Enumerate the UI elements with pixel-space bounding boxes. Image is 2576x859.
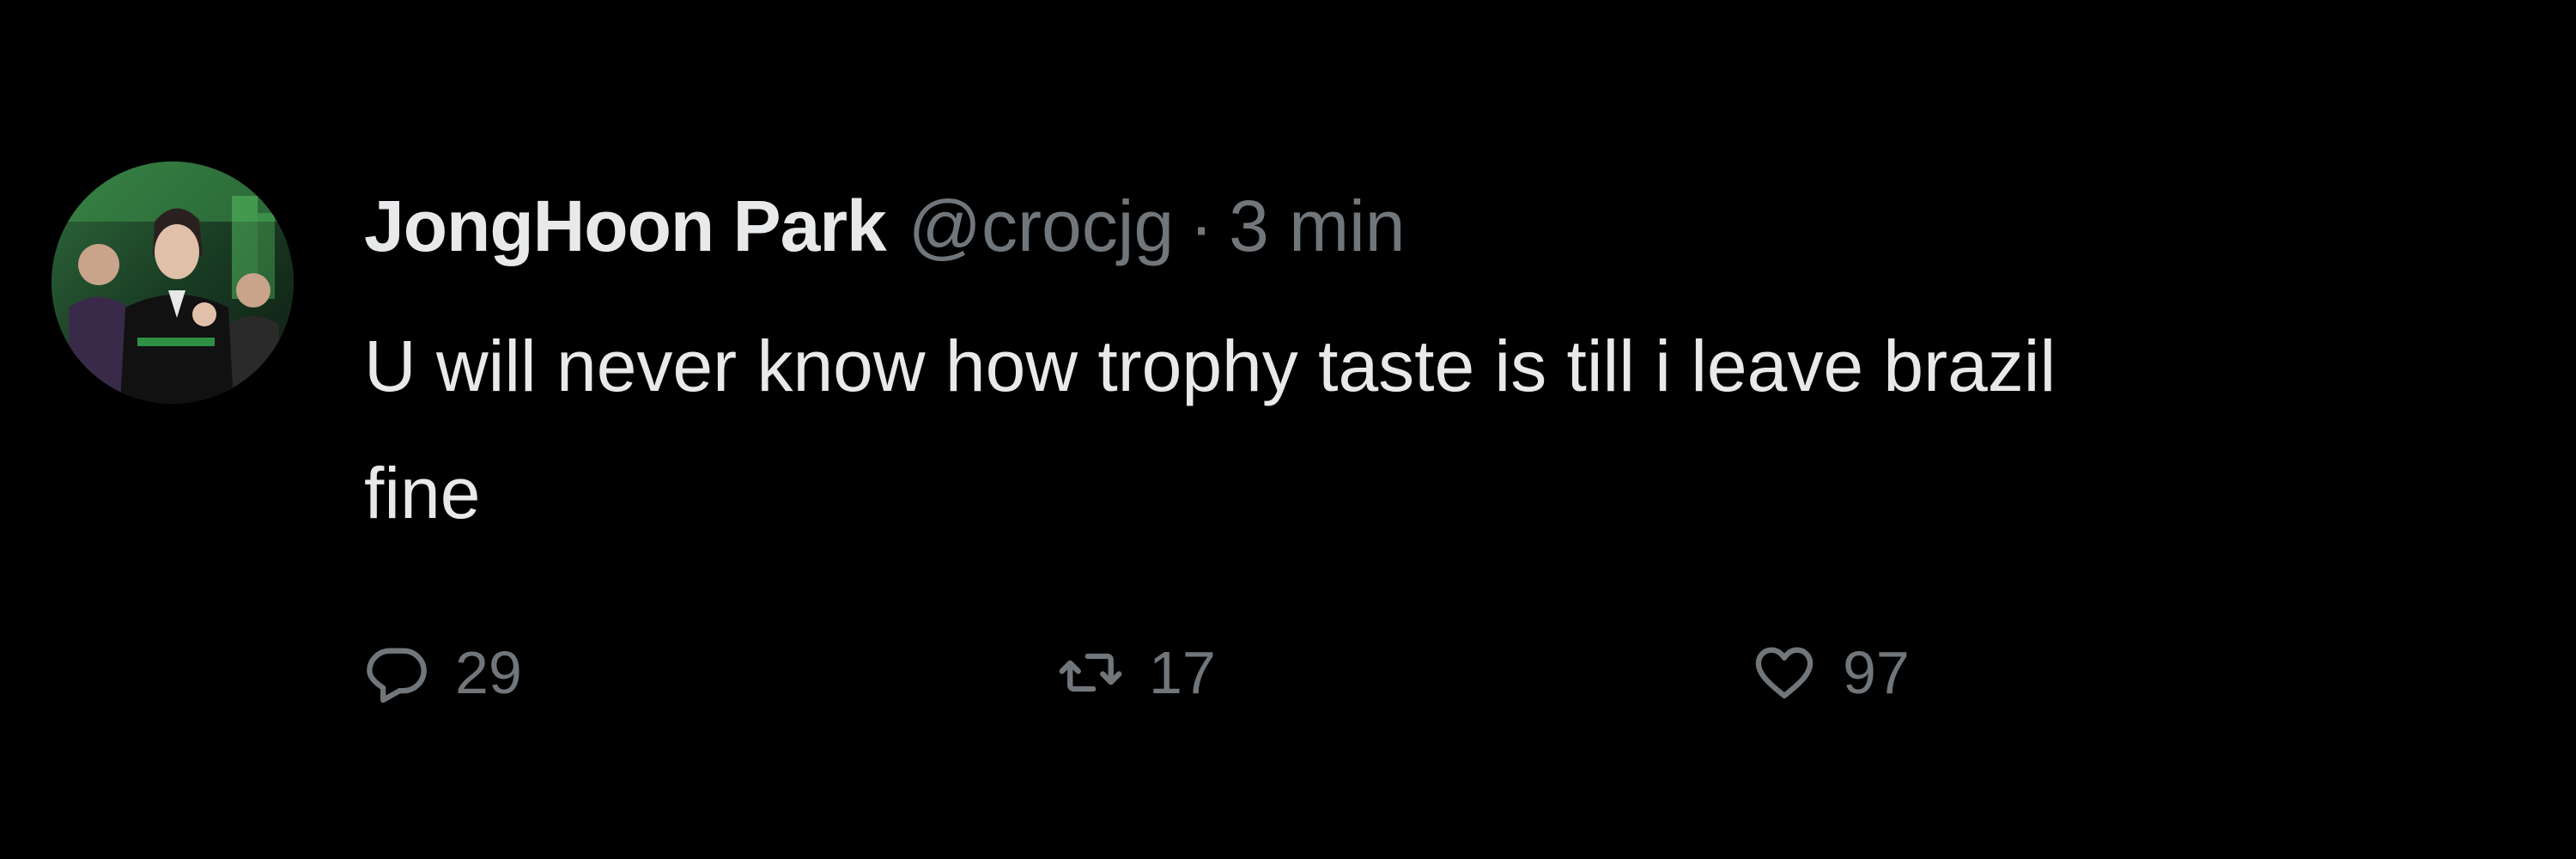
retweet-count: 17 [1149,639,1216,706]
heart-icon [1752,640,1817,705]
reply-count: 29 [455,639,522,706]
avatar[interactable] [52,161,294,404]
timestamp[interactable]: 3 min [1229,179,1405,273]
reply-button[interactable]: 29 [364,625,522,720]
avatar-image [52,161,294,404]
like-count: 97 [1843,639,1910,706]
tweet-text-line-2: fine [364,453,481,533]
author-handle[interactable]: @crocjg [908,179,1174,273]
separator-dot: · [1189,186,1214,266]
tweet-header: JongHoon Park @crocjg · 3 min [364,179,1405,273]
tweet-card[interactable]: JongHoon Park @crocjg · 3 min U will nev… [0,0,2576,859]
reply-icon [364,640,429,705]
retweet-icon [1058,640,1123,705]
author-display-name[interactable]: JongHoon Park [364,179,887,273]
like-button[interactable]: 97 [1752,625,1910,720]
tweet-actions: 29 17 97 [364,625,2253,720]
tweet-body: U will never know how trophy taste is ti… [364,302,2545,557]
retweet-button[interactable]: 17 [1058,625,1216,720]
tweet-text-line-1: U will never know how trophy taste is ti… [364,326,2057,406]
